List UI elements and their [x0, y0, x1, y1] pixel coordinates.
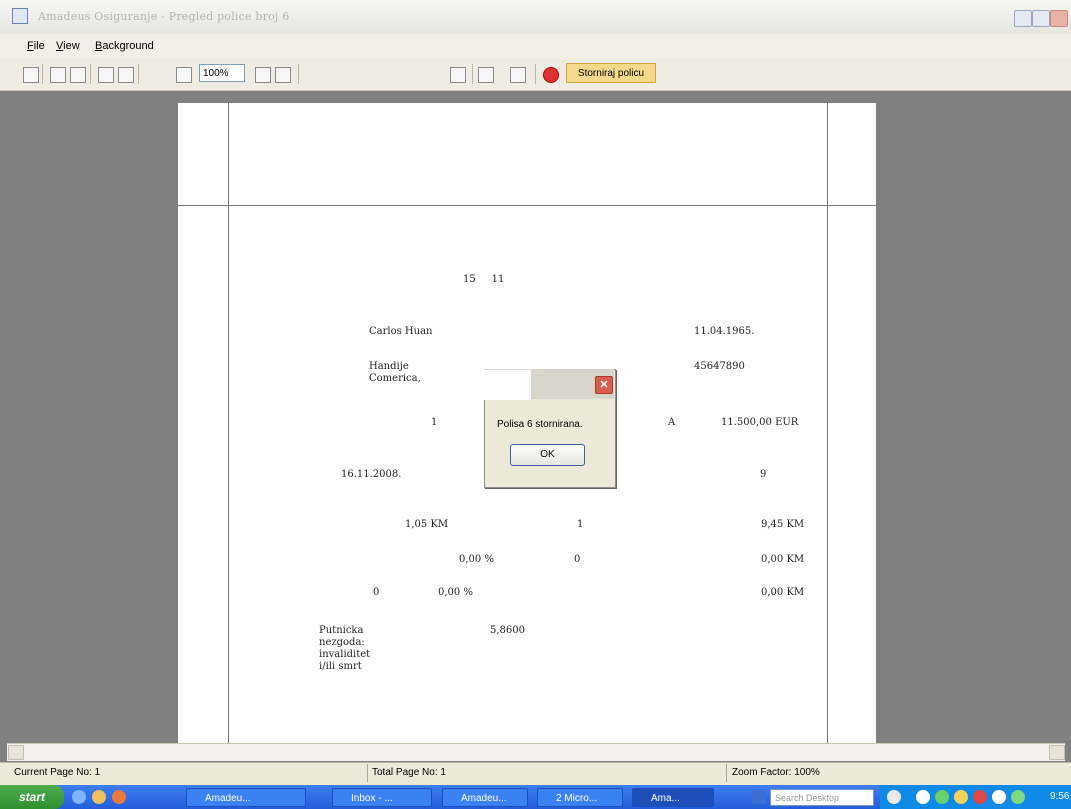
scroll-right-arrow[interactable] [1049, 745, 1065, 760]
page-margin-left [228, 103, 229, 743]
days-count: 9 [760, 469, 767, 480]
zoom-factor-status: Zoom Factor: 100% [732, 767, 820, 778]
percent-1: 0,00 % [459, 554, 494, 565]
mail-glyph [510, 67, 526, 83]
export-doc-glyph [478, 67, 494, 83]
tray-icon[interactable] [935, 790, 949, 804]
field-1: 1 [431, 417, 438, 428]
status-bar [0, 762, 1071, 785]
percent-2-total: 0,00 KM [761, 587, 805, 598]
task-inbox[interactable]: Inbox - ... [332, 788, 432, 807]
print-glyph [70, 67, 86, 83]
percent-2: 0,00 % [438, 587, 473, 598]
export-icon[interactable] [21, 65, 39, 83]
dialog-title-area [478, 370, 531, 400]
total-page-status: Total Page No: 1 [372, 767, 446, 778]
coefficient: 5,8600 [490, 625, 525, 636]
rate-count: 1 [577, 519, 584, 530]
status-separator [367, 764, 368, 782]
minimize-button[interactable] [1014, 10, 1032, 27]
menu-file[interactable]: File [27, 40, 45, 52]
tray-icon[interactable] [916, 790, 930, 804]
stop-glyph [543, 67, 559, 83]
id-number: 45647890 [694, 361, 745, 372]
percent-1-total: 0,00 KM [761, 554, 805, 565]
dialog-close-button[interactable]: ✕ [595, 376, 613, 394]
menu-view[interactable]: View [56, 40, 80, 52]
zoom-select[interactable]: 100% [199, 64, 245, 82]
network-icon[interactable] [1011, 790, 1025, 804]
percent-1-count: 0 [574, 554, 581, 565]
mail-icon[interactable] [508, 65, 526, 83]
firefox-icon[interactable] [112, 790, 126, 804]
scroll-left-arrow[interactable] [8, 745, 24, 760]
zoom-in-glyph [275, 67, 291, 83]
print-setup-icon[interactable] [48, 65, 66, 83]
group-tree-icon[interactable] [448, 65, 466, 83]
export-dropdown-icon[interactable] [476, 65, 494, 83]
horizontal-scrollbar[interactable] [7, 743, 1065, 761]
refresh-icon[interactable] [96, 65, 114, 83]
insured-name: Carlos Huan [369, 326, 433, 337]
address-line-1: Handije [369, 361, 409, 372]
address-line-2: Comerica, [369, 373, 421, 384]
status-separator [726, 764, 727, 782]
tray-icon[interactable] [973, 790, 987, 804]
task-microsoft[interactable]: 2 Micro... [537, 788, 623, 807]
birth-date: 11.04.1965. [694, 326, 755, 337]
toolbar-separator [535, 64, 536, 84]
export-glyph [23, 67, 39, 83]
toolbar-separator [90, 64, 91, 84]
refresh-glyph [98, 67, 114, 83]
start-button[interactable]: start [0, 785, 64, 809]
task-amadeus-1[interactable]: Amadeu... [186, 788, 306, 807]
print-icon[interactable] [68, 65, 86, 83]
group-tree-glyph [450, 67, 466, 83]
toolbar-separator [138, 64, 139, 84]
ok-button[interactable]: OK [510, 444, 585, 466]
task-amadeus-2[interactable]: Amadeu... [442, 788, 528, 807]
window-title: Amadeus Osiguranje - Pregled police broj… [38, 10, 290, 23]
chevron-down-icon [255, 67, 271, 83]
clock: 9:56 [1050, 791, 1070, 802]
current-page-status: Current Page No: 1 [14, 767, 101, 778]
page-margin-right [827, 103, 828, 743]
search-desktop-input[interactable]: Search Desktop [770, 789, 874, 806]
daily-rate: 1,05 KM [405, 519, 449, 530]
zoom-out-icon[interactable] [174, 65, 192, 83]
zoom-out-glyph [176, 67, 192, 83]
menu-background[interactable]: Background [95, 40, 154, 52]
page-header-numbers: 15 11 [463, 274, 505, 285]
storniraj-policu-button[interactable]: Storniraj policu [566, 63, 656, 83]
zoom-in-icon[interactable] [273, 65, 291, 83]
menu-bar [0, 34, 1071, 59]
maximize-button[interactable] [1032, 10, 1050, 27]
stop-icon[interactable] [541, 65, 559, 83]
zoom-dropdown-icon[interactable] [253, 65, 271, 83]
field-class: A [668, 417, 676, 428]
ie-icon[interactable] [72, 790, 86, 804]
coverage-description: Putnicka nezgoda: invaliditet i/ili smrt [319, 625, 371, 672]
task-amadeus-active[interactable]: Ama... [632, 788, 714, 807]
policy-date: 16.11.2008. [341, 469, 402, 480]
outlook-icon[interactable] [92, 790, 106, 804]
toolbar-separator [472, 64, 473, 84]
print-setup-glyph [50, 67, 66, 83]
toolbar-separator [42, 64, 43, 84]
insured-amount: 11.500,00 EUR [721, 417, 799, 428]
volume-icon[interactable] [992, 790, 1006, 804]
hp-icon [752, 790, 766, 804]
app-icon [12, 8, 28, 24]
toolbar-separator [298, 64, 299, 84]
rate-total: 9,45 KM [761, 519, 805, 530]
dialog-message: Polisa 6 stornirana. [497, 419, 583, 430]
find-glyph [118, 67, 134, 83]
close-window-button[interactable] [1050, 10, 1068, 27]
tray-icon[interactable] [954, 790, 968, 804]
find-icon[interactable] [116, 65, 134, 83]
percent-2-count: 0 [373, 587, 380, 598]
page-header-line [178, 205, 876, 206]
search-icon[interactable] [887, 790, 901, 804]
